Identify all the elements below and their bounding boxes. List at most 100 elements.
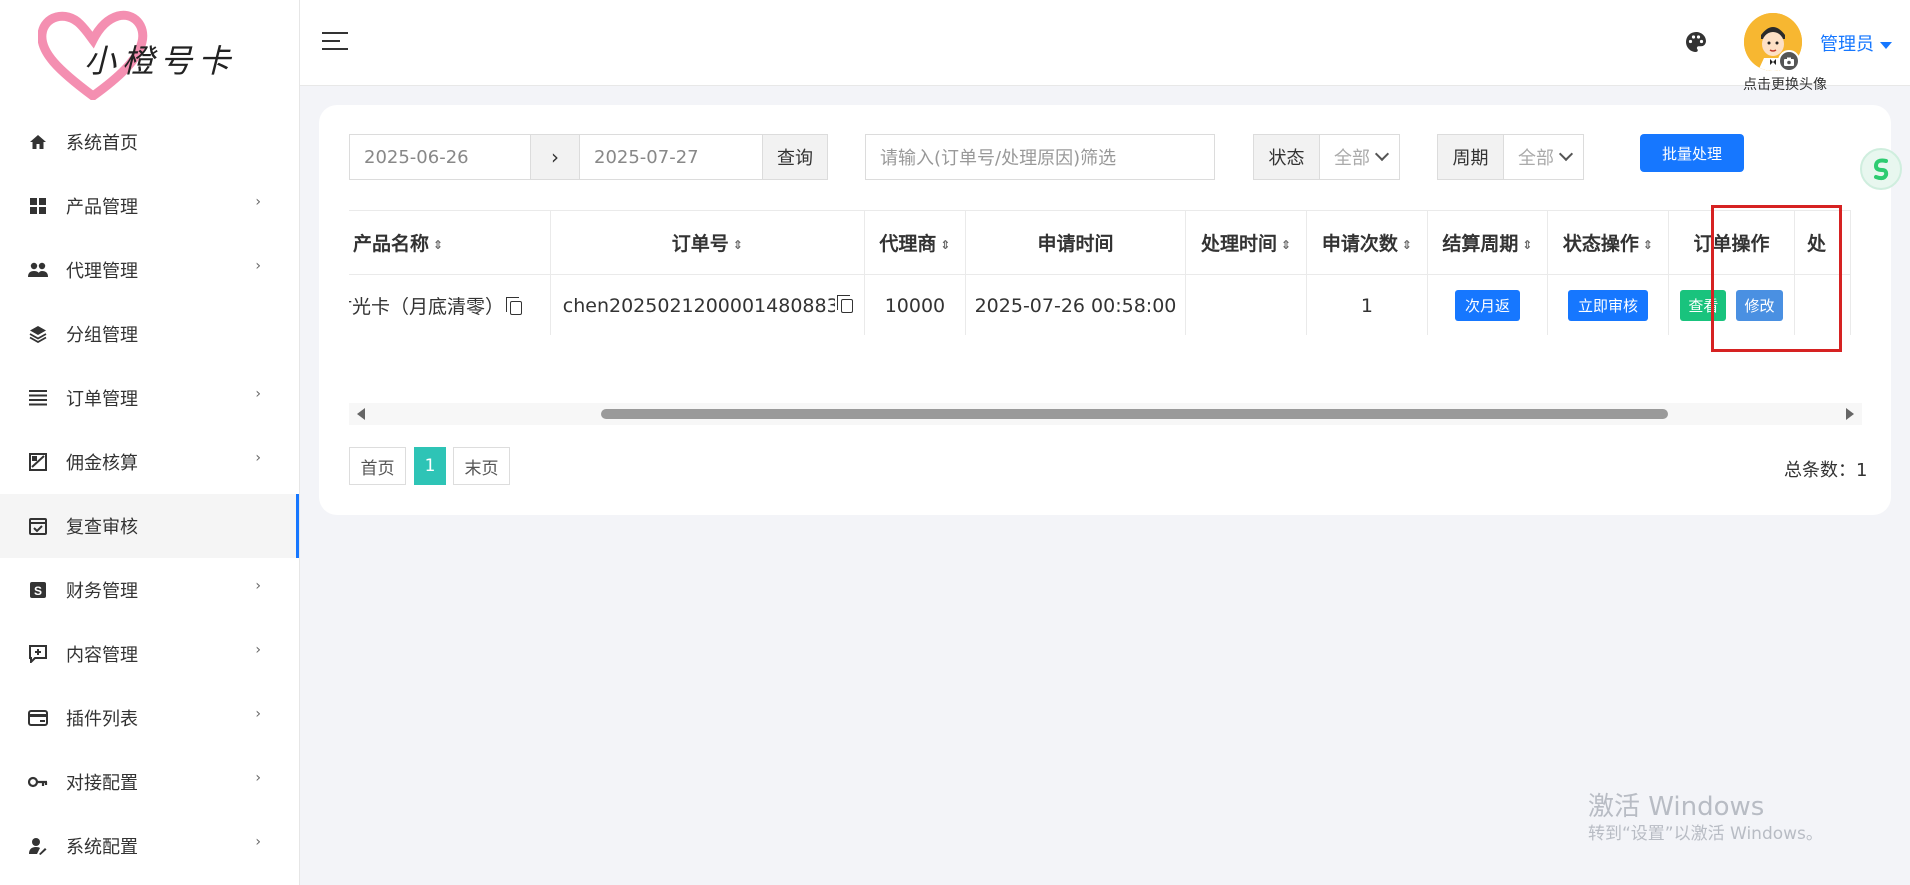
table-header-row: 产品名称 ⇕ 订单号 ⇕ 代理商 ⇕ 申请时间 处理时间 ⇕ 申请次数 ⇕ 结算周期 ⇕ 状… <box>349 210 1851 275</box>
cell-agent: 10000 <box>864 274 966 335</box>
sidebar-item[interactable]: 复查审核 <box>0 494 299 558</box>
col-status-action[interactable]: 状态操作 ⇕ <box>1547 210 1669 275</box>
date-end-input[interactable]: 2025-07-27 <box>579 134 763 180</box>
caret-down-icon <box>1880 41 1892 49</box>
scroll-left-icon[interactable] <box>357 408 365 420</box>
sort-icon: ⇕ <box>433 237 444 252</box>
cell-product: 时光卡（月底清零） <box>349 274 551 335</box>
chevron-down-icon <box>1374 146 1390 162</box>
sidebar-item-label: 代理管理 <box>66 261 138 282</box>
page-1-button[interactable]: 1 <box>414 447 446 485</box>
sidebar-item-label: 佣金核算 <box>66 453 138 474</box>
status-select[interactable]: 全部 <box>1319 134 1400 180</box>
col-apply-time: 申请时间 <box>965 210 1187 275</box>
cell-settle-cycle: 次月返 <box>1427 274 1548 335</box>
sidebar-item-label: 产品管理 <box>66 197 138 218</box>
copy-icon[interactable] <box>506 296 523 315</box>
calendar-check-icon <box>28 516 48 536</box>
table-row: 时光卡（月底清零） chen20250212000014808836 10000… <box>349 274 1851 335</box>
sidebar-item[interactable]: 系统首页 <box>0 110 299 174</box>
windows-watermark-title: 激活 Windows <box>1588 792 1765 822</box>
cell-order-no: chen20250212000014808836 <box>550 274 865 335</box>
cell-apply-time: 2025-07-26 00:58:00 <box>965 274 1187 335</box>
chevron-right-icon: › <box>255 258 261 274</box>
avatar-hint[interactable]: 点击更换头像 <box>1743 74 1827 94</box>
cell-process-time <box>1185 274 1307 335</box>
status-select-value: 全部 <box>1334 148 1370 169</box>
cell-apply-count: 1 <box>1306 274 1428 335</box>
sidebar-item-label: 对接配置 <box>66 773 138 794</box>
horizontal-scrollbar[interactable] <box>349 403 1862 425</box>
svg-text:S: S <box>34 584 42 598</box>
sidebar-item[interactable]: 产品管理 › <box>0 174 299 238</box>
sidebar-item[interactable]: 代理管理 › <box>0 238 299 302</box>
user-menu[interactable]: 管理员 <box>1820 30 1892 56</box>
settle-cycle-tag[interactable]: 次月返 <box>1454 290 1520 321</box>
date-range-separator: › <box>530 134 580 180</box>
windows-watermark-text: 转到“设置”以激活 Windows。 <box>1588 824 1823 844</box>
chevron-right-icon: › <box>255 834 261 850</box>
top-header: 点击更换头像 管理员 <box>300 0 1910 93</box>
camera-icon[interactable] <box>1778 50 1800 72</box>
chevron-right-icon: › <box>255 194 261 210</box>
period-select[interactable]: 全部 <box>1503 134 1584 180</box>
sidebar-item[interactable]: S 财务管理 › <box>0 558 299 622</box>
user-name[interactable]: 管理员 <box>1820 34 1874 55</box>
layers-icon <box>28 324 48 344</box>
sidebar-item[interactable]: 内容管理 › <box>0 622 299 686</box>
sidebar-item-label: 分组管理 <box>66 325 138 346</box>
col-order-no[interactable]: 订单号 ⇕ <box>550 210 865 275</box>
content-icon <box>28 644 48 664</box>
chevron-right-icon: › <box>255 578 261 594</box>
col-agent[interactable]: 代理商 ⇕ <box>864 210 966 275</box>
chevron-right-icon: › <box>255 706 261 722</box>
query-button[interactable]: 查询 <box>762 134 828 180</box>
sidebar-menu: 系统首页 产品管理 › 代理管理 › 分组管理 订单管理 › 佣金核算 › 复查审核 S 财务管理 › 内容… <box>0 110 299 878</box>
sidebar-item[interactable]: 插件列表 › <box>0 686 299 750</box>
palette-icon[interactable] <box>1684 30 1708 54</box>
order-table: 产品名称 ⇕ 订单号 ⇕ 代理商 ⇕ 申请时间 处理时间 ⇕ 申请次数 ⇕ 结算周期 ⇕ 状… <box>349 210 1851 335</box>
search-input[interactable]: 请输入(订单号/处理原因)筛选 <box>865 134 1215 180</box>
sidebar-item[interactable]: 订单管理 › <box>0 366 299 430</box>
sidebar-item[interactable]: 分组管理 <box>0 302 299 366</box>
menu-toggle-icon[interactable] <box>322 32 348 52</box>
chevron-right-icon: › <box>255 642 261 658</box>
batch-process-button[interactable]: 批量处理 <box>1640 134 1744 172</box>
sidebar-item-label: 系统首页 <box>66 133 138 154</box>
scroll-right-icon[interactable] <box>1846 408 1854 420</box>
copy-icon[interactable] <box>836 294 853 313</box>
sidebar-item-label: 系统配置 <box>66 837 138 858</box>
sidebar-item[interactable]: 系统配置 › <box>0 814 299 878</box>
key-icon <box>28 772 48 792</box>
sort-icon: ⇕ <box>1280 237 1292 252</box>
highlight-box <box>1711 205 1842 352</box>
chevron-right-icon: › <box>255 770 261 786</box>
sidebar-item[interactable]: 佣金核算 › <box>0 430 299 494</box>
sidebar-item-label: 插件列表 <box>66 709 138 730</box>
last-page-button[interactable]: 末页 <box>453 447 510 485</box>
scrollbar-thumb[interactable] <box>601 409 1668 419</box>
status-label: 状态 <box>1253 134 1320 180</box>
col-process-time[interactable]: 处理时间 ⇕ <box>1185 210 1307 275</box>
dollar-icon: S <box>28 580 48 600</box>
col-apply-count[interactable]: 申请次数 ⇕ <box>1306 210 1428 275</box>
assistant-float-icon[interactable] <box>1860 148 1902 190</box>
chevron-right-icon: › <box>255 450 261 466</box>
review-now-button[interactable]: 立即审核 <box>1567 290 1648 321</box>
logo[interactable]: 小橙号卡 <box>0 0 299 110</box>
sidebar-item-label: 复查审核 <box>66 517 138 538</box>
sidebar-item-label: 订单管理 <box>66 389 138 410</box>
chevron-right-icon: › <box>255 386 261 402</box>
home-icon <box>28 132 48 152</box>
period-select-value: 全部 <box>1518 148 1554 169</box>
col-product[interactable]: 产品名称 ⇕ <box>349 210 551 275</box>
sort-icon: ⇕ <box>1522 237 1533 252</box>
first-page-button[interactable]: 首页 <box>349 447 406 485</box>
date-start-input[interactable]: 2025-06-26 <box>349 134 531 180</box>
sort-icon: ⇕ <box>732 237 743 252</box>
col-settle-cycle[interactable]: 结算周期 ⇕ <box>1427 210 1548 275</box>
sidebar-item-label: 财务管理 <box>66 581 138 602</box>
order-no: chen20250212000014808836 <box>562 294 835 317</box>
sort-icon: ⇕ <box>940 237 951 252</box>
sidebar-item[interactable]: 对接配置 › <box>0 750 299 814</box>
